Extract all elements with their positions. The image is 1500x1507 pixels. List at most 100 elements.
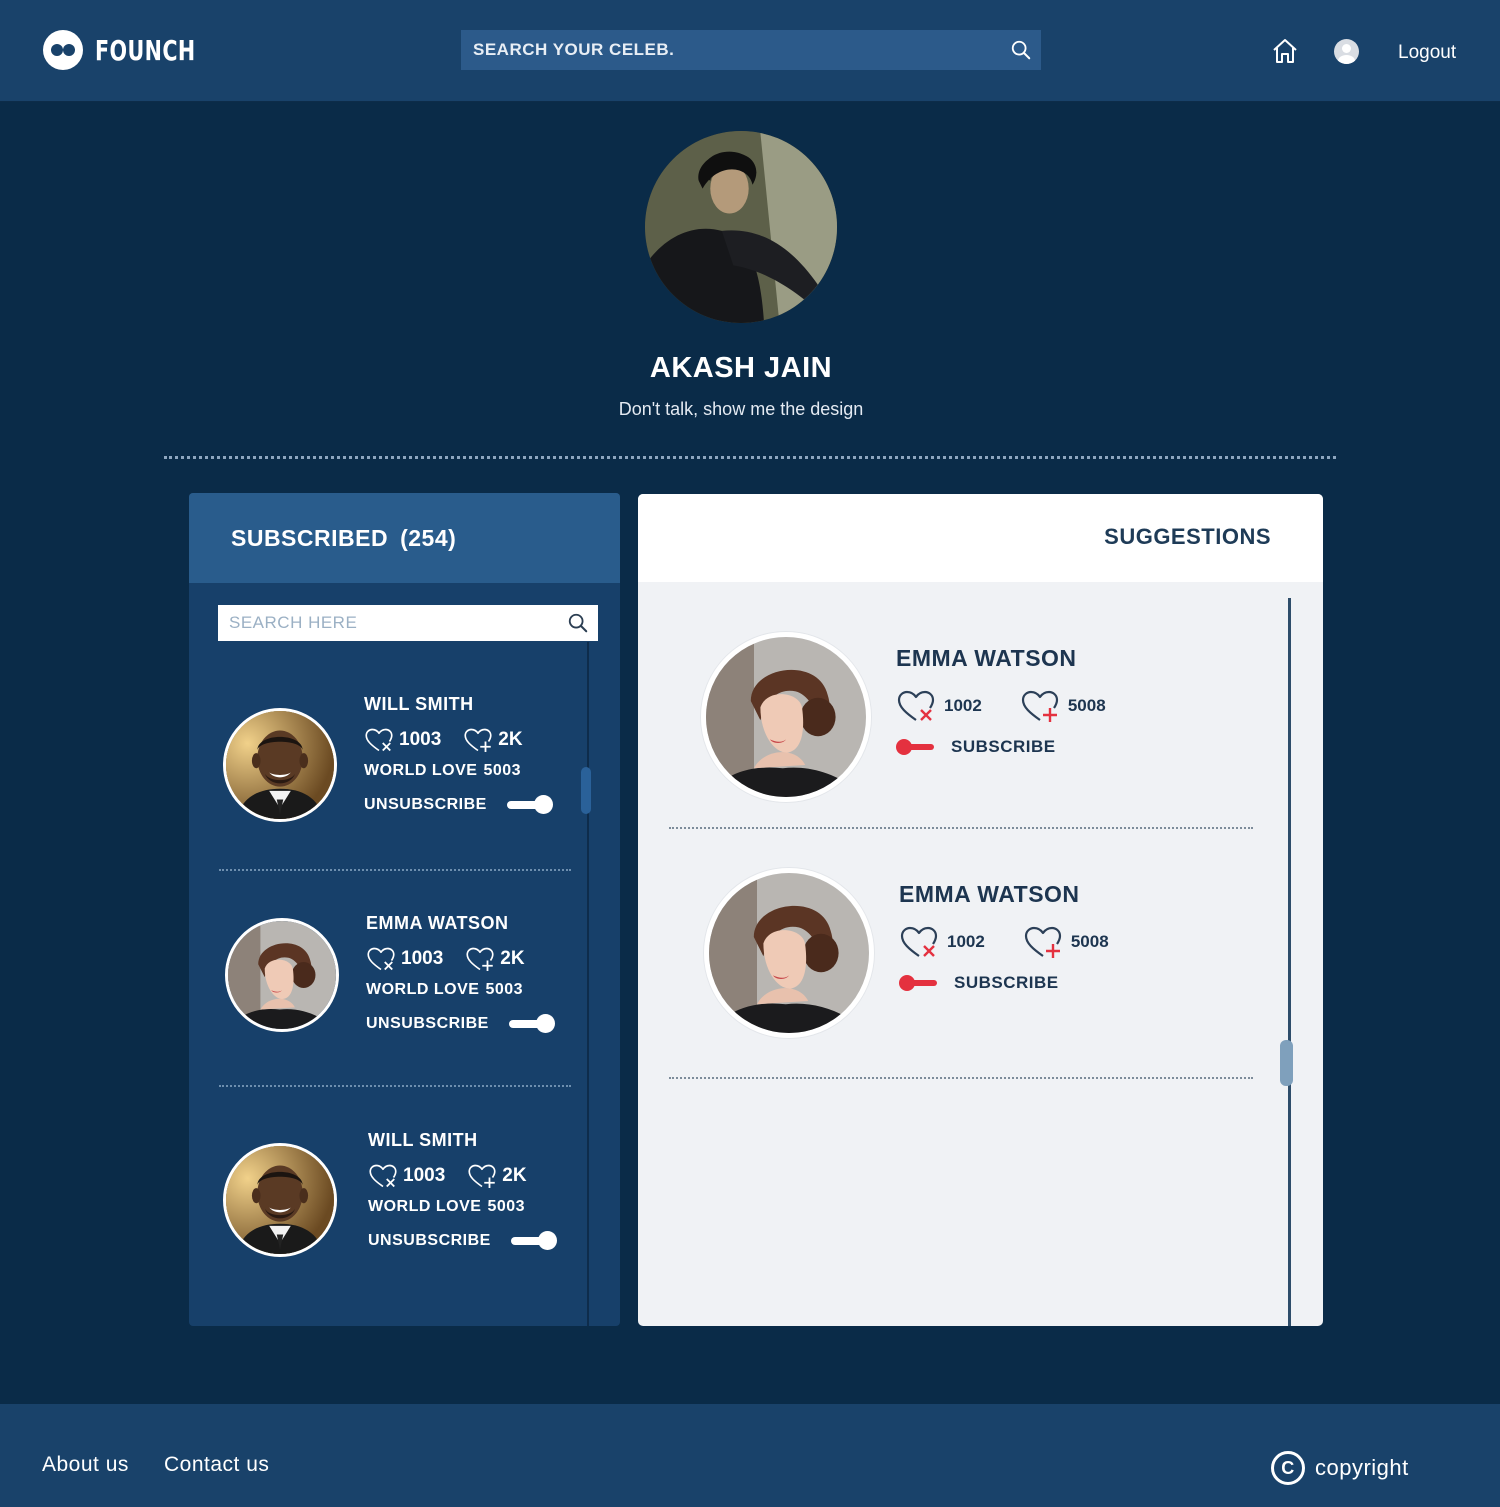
subscribe-row: SUBSCRIBE xyxy=(899,973,1147,993)
celeb-name[interactable]: EMMA WATSON xyxy=(899,881,1147,908)
search-icon[interactable] xyxy=(558,612,598,634)
unsubscribe-row: UNSUBSCRIBE xyxy=(364,795,553,815)
celeb-search xyxy=(461,29,1041,71)
world-love: WORLD LOVE 5003 xyxy=(366,981,555,999)
brand-logo[interactable]: FOUNCH xyxy=(43,30,218,70)
subscribe-toggle[interactable] xyxy=(899,975,939,991)
celeb-stats: 1003 2K xyxy=(364,727,553,753)
love-count: 2K xyxy=(500,948,525,969)
site-footer: About us Contact us C copyright xyxy=(0,1404,1500,1507)
love-count: 5008 xyxy=(1067,696,1106,715)
celeb-avatar[interactable] xyxy=(223,1143,337,1257)
world-love-label: WORLD LOVE xyxy=(364,762,478,779)
unsubscribe-toggle[interactable] xyxy=(510,1231,557,1251)
celeb-info: WILL SMITH 1003 2K WORLD LOVE 5003 UNSUBS… xyxy=(368,1130,557,1251)
celeb-info: EMMA WATSON 1002 5008 SUBSCRIBE xyxy=(899,881,1147,993)
copyright: C copyright xyxy=(1271,1451,1409,1485)
user-avatar-icon[interactable] xyxy=(1334,39,1359,64)
subscribed-search-input[interactable] xyxy=(218,604,558,642)
world-love-value: 5003 xyxy=(483,762,522,779)
profile-bio: Don't talk, show me the design xyxy=(618,399,864,419)
world-love-label: WORLD LOVE xyxy=(368,1198,482,1215)
celeb-stats: 1002 5008 xyxy=(899,925,1147,959)
unsubscribe-label: UNSUBSCRIBE xyxy=(366,1015,489,1032)
contact-link[interactable]: Contact us xyxy=(164,1453,269,1477)
search-icon[interactable] xyxy=(1001,39,1041,61)
world-love: WORLD LOVE 5003 xyxy=(364,762,553,780)
subscribed-item: WILL SMITH 1003 2K WORLD LOVE 5003 UNSUBS… xyxy=(189,694,589,903)
celeb-name[interactable]: WILL SMITH xyxy=(364,694,553,715)
brand-name: FOUNCH xyxy=(95,33,196,67)
copyright-icon: C xyxy=(1271,1451,1305,1485)
love-stat[interactable]: 2K xyxy=(465,946,525,972)
love-count: 2K xyxy=(498,729,523,750)
celeb-stats: 1003 2K xyxy=(366,946,555,972)
broken-count: 1002 xyxy=(947,932,985,951)
celeb-search-input[interactable] xyxy=(461,29,1001,71)
subscribe-row: SUBSCRIBE xyxy=(896,737,1144,757)
celeb-avatar[interactable] xyxy=(225,918,339,1032)
profile-name: AKASH JAIN xyxy=(649,352,833,384)
unsubscribe-toggle[interactable] xyxy=(506,795,553,815)
unsubscribe-row: UNSUBSCRIBE xyxy=(366,1014,555,1034)
suggestions-title: SUGGESTIONS xyxy=(638,494,1323,582)
owl-icon xyxy=(43,30,83,70)
broken-heart-stat[interactable]: 1003 xyxy=(368,1163,445,1189)
about-link[interactable]: About us xyxy=(42,1453,129,1477)
subscribed-search xyxy=(218,604,598,642)
home-icon[interactable] xyxy=(1271,37,1299,70)
broken-heart-stat[interactable]: 1003 xyxy=(364,727,441,753)
subscribe-label: SUBSCRIBE xyxy=(954,973,1059,992)
suggestions-scrollbar[interactable] xyxy=(1288,598,1291,1326)
profile-avatar xyxy=(645,131,837,323)
world-love-label: WORLD LOVE xyxy=(366,981,480,998)
subscribe-label: SUBSCRIBE xyxy=(951,737,1056,756)
subscribed-panel: SUBSCRIBED (254) WILL SMITH 1003 2K WORL… xyxy=(189,493,620,1326)
love-stat[interactable]: 5008 xyxy=(1020,689,1106,723)
subscribed-header: SUBSCRIBED (254) xyxy=(189,493,620,583)
love-count: 2K xyxy=(502,1165,527,1186)
profile-divider xyxy=(164,456,1336,459)
broken-heart-stat[interactable]: 1003 xyxy=(366,946,443,972)
unsubscribe-label: UNSUBSCRIBE xyxy=(364,796,487,813)
broken-count: 1003 xyxy=(399,729,442,750)
celeb-info: EMMA WATSON 1002 5008 SUBSCRIBE xyxy=(896,645,1144,757)
celeb-stats: 1003 2K xyxy=(368,1163,557,1189)
broken-heart-stat[interactable]: 1002 xyxy=(896,689,982,723)
love-stat[interactable]: 2K xyxy=(463,727,523,753)
broken-count: 1002 xyxy=(944,696,982,715)
subscribed-item: WILL SMITH 1003 2K WORLD LOVE 5003 UNSUBS… xyxy=(189,1130,589,1326)
celeb-avatar[interactable] xyxy=(704,868,874,1038)
subscribed-count: (254) xyxy=(400,524,457,551)
celeb-stats: 1002 5008 xyxy=(896,689,1144,723)
celeb-avatar[interactable] xyxy=(701,632,871,802)
celeb-name[interactable]: EMMA WATSON xyxy=(366,913,555,934)
broken-count: 1003 xyxy=(403,1165,446,1186)
love-count: 5008 xyxy=(1070,932,1109,951)
celeb-info: EMMA WATSON 1003 2K WORLD LOVE 5003 UNSUB… xyxy=(366,913,555,1034)
item-divider xyxy=(219,1085,571,1087)
world-love: WORLD LOVE 5003 xyxy=(368,1198,557,1216)
broken-heart-stat[interactable]: 1002 xyxy=(899,925,985,959)
item-divider xyxy=(669,827,1253,829)
item-divider xyxy=(669,1077,1253,1079)
celeb-name[interactable]: WILL SMITH xyxy=(368,1130,557,1151)
broken-count: 1003 xyxy=(401,948,444,969)
unsubscribe-label: UNSUBSCRIBE xyxy=(368,1232,491,1249)
celeb-avatar[interactable] xyxy=(223,708,337,822)
logout-link[interactable]: Logout xyxy=(1398,42,1456,64)
suggestions-scroll-thumb[interactable] xyxy=(1280,1040,1293,1086)
love-stat[interactable]: 2K xyxy=(467,1163,527,1189)
suggestions-panel: SUGGESTIONS EMMA WATSON 1002 5008 SUBSCR… xyxy=(638,494,1323,1326)
copyright-text: copyright xyxy=(1315,1455,1409,1480)
top-header: FOUNCH Logout xyxy=(0,0,1500,102)
love-stat[interactable]: 5008 xyxy=(1023,925,1109,959)
unsubscribe-toggle[interactable] xyxy=(508,1014,555,1034)
unsubscribe-row: UNSUBSCRIBE xyxy=(368,1231,557,1251)
item-divider xyxy=(219,869,571,871)
world-love-value: 5003 xyxy=(485,981,524,998)
world-love-value: 5003 xyxy=(487,1198,526,1215)
subscribed-title: SUBSCRIBED xyxy=(231,524,389,551)
celeb-name[interactable]: EMMA WATSON xyxy=(896,645,1144,672)
subscribe-toggle[interactable] xyxy=(896,739,936,755)
